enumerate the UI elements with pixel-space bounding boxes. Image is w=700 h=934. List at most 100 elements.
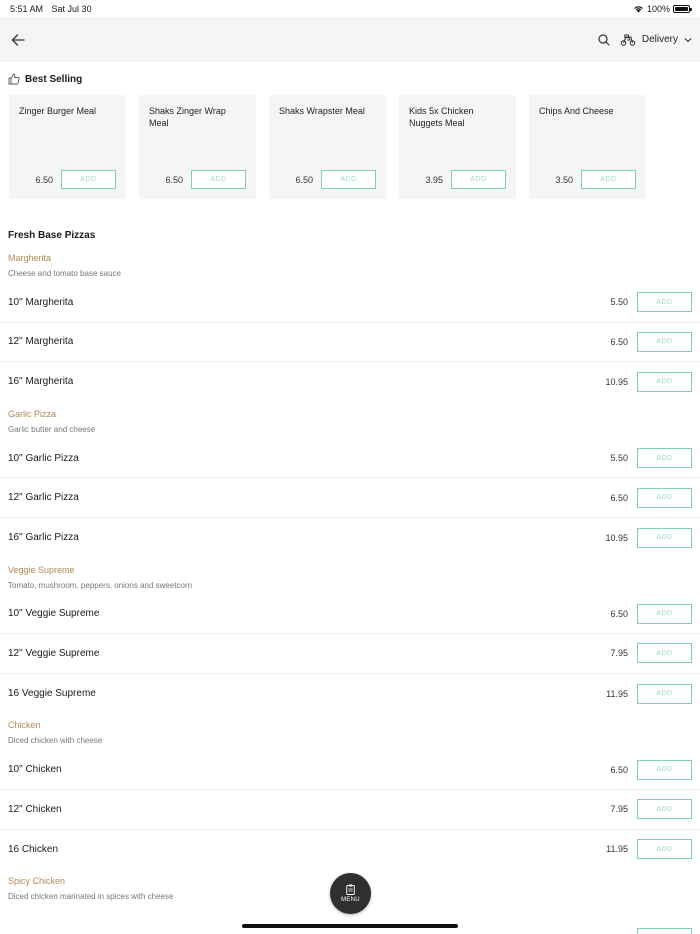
add-button[interactable]: ADD [637, 487, 692, 508]
clipboard-icon [346, 884, 355, 895]
menu-item-name: 12" Veggie Supreme [8, 647, 100, 659]
menu-item-price: 5.50 [610, 297, 628, 308]
menu-item-price: 10.95 [605, 376, 628, 387]
menu-item-price: 5.50 [610, 453, 628, 464]
menu-group-header: Margherita Cheese and tomato base sauce [0, 246, 700, 283]
card-footer: 3.95 ADD [399, 170, 516, 189]
card-name: Shaks Zinger Wrap Meal [149, 106, 226, 128]
menu-list: Margherita Cheese and tomato base sauce 10… [0, 246, 700, 906]
menu-group-items: 10" Garlic Pizza 5.50 ADD 12" Garlic Pizza 6… [0, 439, 700, 558]
category-title: Fresh Base Pizzas [8, 230, 96, 241]
menu-item-price: 6.50 [610, 492, 628, 503]
add-button[interactable]: ADD [637, 643, 692, 664]
card-footer: 6.50 ADD [9, 170, 126, 189]
status-left: 5:51 AM Sat Jul 30 [10, 4, 98, 14]
card-price: 6.50 [295, 174, 313, 185]
menu-item-row[interactable]: 10" Chicken 6.50 ADD [0, 750, 700, 790]
menu-item-name: 10" Garlic Pizza [8, 452, 79, 464]
wifi-icon [634, 5, 643, 13]
add-button[interactable]: ADD [637, 292, 692, 313]
add-button[interactable]: ADD [637, 371, 692, 392]
status-right: 100% [633, 3, 692, 14]
status-date: Sat Jul 30 [51, 3, 92, 14]
add-button[interactable]: ADD [581, 170, 636, 189]
menu-item-row[interactable]: 16 Chicken 11.95 ADD [0, 830, 700, 870]
thumbs-up-icon [8, 73, 20, 85]
search-button[interactable] [598, 33, 610, 46]
add-button[interactable]: ADD [321, 170, 376, 189]
menu-item-price: 7.95 [610, 648, 628, 659]
add-button[interactable]: ADD [637, 839, 692, 860]
menu-button[interactable]: MENU [330, 873, 371, 914]
menu-item-row[interactable]: 16" Margherita 10.95 ADD [0, 362, 700, 402]
menu-item-price: 7.95 [610, 804, 628, 815]
card-name: Shaks Wrapster Meal [279, 106, 365, 116]
add-button[interactable]: ADD [637, 448, 692, 469]
best-selling-header: Best Selling [0, 62, 700, 93]
card-name: Kids 5x Chicken Nuggets Meal [409, 106, 474, 128]
menu-item-row[interactable]: 16 Veggie Supreme 11.95 ADD [0, 674, 700, 714]
menu-item-row[interactable]: 10" Veggie Supreme 6.50 ADD [0, 595, 700, 635]
menu-item-price: 11.95 [606, 844, 628, 855]
menu-item-name: 16" Margherita [8, 376, 74, 388]
card-name: Chips And Cheese [539, 106, 614, 116]
battery-percent: 100% [646, 3, 670, 14]
add-button[interactable]: ADD [637, 799, 692, 820]
delivery-label: Delivery [641, 34, 678, 45]
menu-item-name: 12" Chicken [8, 803, 62, 815]
card-price: 3.50 [555, 174, 573, 185]
menu-item-row[interactable]: 12" Chicken 7.95 ADD [0, 790, 700, 830]
delivery-mode-selector[interactable]: Delivery [620, 34, 692, 46]
menu-group-name: Veggie Supreme [8, 564, 75, 575]
menu-item-name: 10" Chicken [8, 764, 62, 776]
back-button[interactable] [8, 30, 28, 50]
best-selling-card[interactable]: Kids 5x Chicken Nuggets Meal 3.95 ADD [399, 95, 516, 199]
menu-item-row[interactable]: 12" Margherita 6.50 ADD [0, 323, 700, 363]
menu-group-items: 10" Chicken 6.50 ADD 12" Chicken 7.95 ADD 16 C… [0, 750, 700, 869]
card-footer: 6.50 ADD [269, 170, 386, 189]
menu-group-header: Veggie Supreme Tomato, mushroom, peppers,… [0, 558, 700, 595]
add-button[interactable]: ADD [637, 759, 692, 780]
add-button[interactable]: ADD [191, 170, 246, 189]
best-selling-card[interactable]: Shaks Wrapster Meal 6.50 ADD [269, 95, 386, 199]
menu-group-header: Chicken Diced chicken with cheese [0, 713, 700, 750]
add-button[interactable] [637, 928, 692, 934]
menu-item-row[interactable]: 10" Garlic Pizza 5.50 ADD [0, 439, 700, 479]
scooter-icon [620, 34, 636, 46]
menu-group-description: Cheese and tomato base sauce [8, 269, 121, 278]
chevron-down-icon [684, 37, 692, 42]
status-bar: 5:51 AM Sat Jul 30 100% [0, 0, 700, 17]
menu-item-row[interactable]: 12" Veggie Supreme 7.95 ADD [0, 634, 700, 674]
card-footer: 3.50 ADD [529, 170, 646, 189]
add-button[interactable]: ADD [637, 331, 692, 352]
menu-item-name: 12" Garlic Pizza [8, 492, 79, 504]
menu-item-row[interactable]: 12" Garlic Pizza 6.50 ADD [0, 478, 700, 518]
menu-group-name: Margherita [8, 253, 52, 263]
card-price: 6.50 [165, 174, 183, 185]
add-button[interactable]: ADD [451, 170, 506, 189]
menu-item-name: 10" Veggie Supreme [8, 608, 100, 620]
menu-item-price: 11.95 [606, 688, 628, 699]
menu-group-description: Tomato, mushroom, peppers, onions and sw… [8, 580, 193, 590]
arrow-left-icon [11, 33, 25, 46]
best-selling-card[interactable]: Zinger Burger Meal 6.50 ADD [9, 95, 126, 199]
add-button[interactable]: ADD [637, 527, 692, 548]
best-selling-card[interactable]: Shaks Zinger Wrap Meal 6.50 ADD [139, 95, 256, 199]
add-button[interactable]: ADD [637, 603, 692, 624]
menu-item-row[interactable]: 10" Margherita 5.50 ADD [0, 283, 700, 323]
header-actions: Delivery [598, 33, 692, 46]
card-price: 3.95 [425, 174, 443, 185]
menu-group-items: 10" Veggie Supreme 6.50 ADD 12" Veggie Supr… [0, 595, 700, 714]
search-icon [598, 33, 610, 46]
menu-group-name: Garlic Pizza [8, 408, 57, 419]
status-time: 5:51 AM [10, 3, 44, 14]
add-button[interactable]: ADD [637, 683, 692, 704]
card-price: 6.50 [35, 174, 53, 185]
add-button[interactable]: ADD [61, 170, 116, 189]
best-selling-title: Best Selling [25, 73, 83, 85]
menu-group-description: Garlic butter and cheese [8, 424, 96, 434]
menu-item-price: 10.95 [605, 532, 628, 543]
menu-group-description: Diced chicken with cheese [8, 736, 103, 746]
best-selling-card[interactable]: Chips And Cheese 3.50 ADD [529, 95, 646, 199]
menu-item-row[interactable]: 16" Garlic Pizza 10.95 ADD [0, 518, 700, 558]
